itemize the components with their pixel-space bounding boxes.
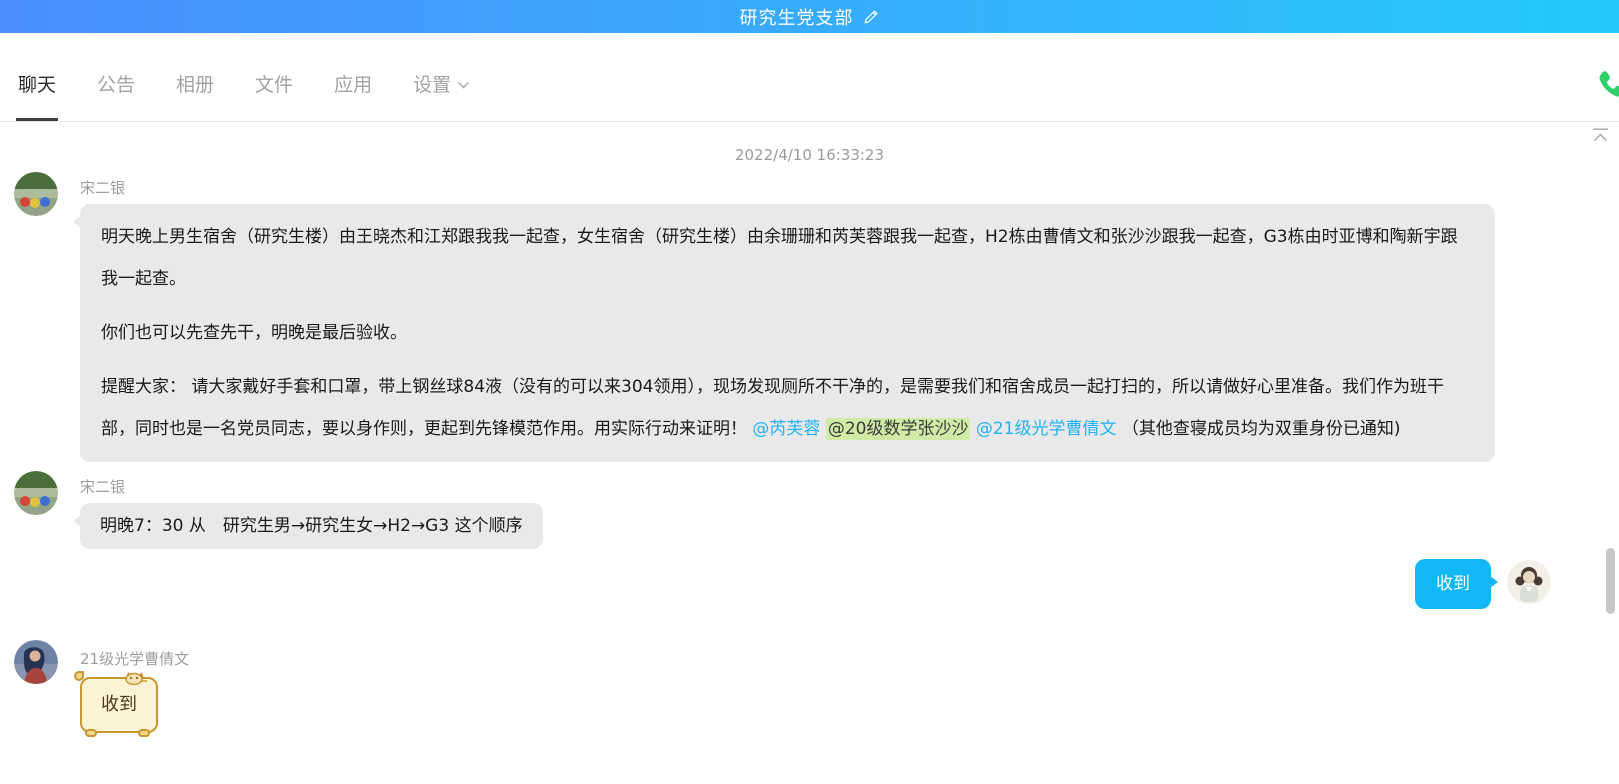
message-bubble[interactable]: 收到: [1415, 559, 1491, 609]
message-timestamp: 2022/4/10 16:33:23: [14, 146, 1605, 167]
message-row: 宋二银 明晚7：30 从 研究生男→研究生女→H2→G3 这个顺序: [14, 471, 1605, 549]
pencil-icon[interactable]: [863, 8, 880, 25]
chat-area: 2022/4/10 16:33:23: [0, 122, 1619, 784]
cat-icon: [122, 666, 148, 694]
tab-chat-label: 聊天: [18, 70, 56, 97]
group-title: 研究生党支部: [740, 4, 854, 30]
tab-bar: 聊天 公告 相册 文件 应用 设置: [0, 33, 1619, 122]
paragraph: 提醒大家： 请大家戴好手套和口罩，带上钢丝球84液（没有的可以来304领用），现…: [101, 366, 1474, 450]
avatar[interactable]: [14, 640, 58, 684]
chevron-down-icon: [457, 78, 470, 90]
tab-settings-label: 设置: [413, 70, 451, 97]
sticker-paw-decoration: [85, 729, 97, 737]
tab-files[interactable]: 文件: [253, 70, 295, 121]
message-text: 明晚7：30 从 研究生男→研究生女→H2→G3 这个顺序: [100, 516, 523, 536]
tab-files-label: 文件: [255, 70, 293, 97]
message-bubble[interactable]: 明天晚上男生宿舍（研究生楼）由王晓杰和江郑跟我我一起查，女生宿舍（研究生楼）由余…: [80, 204, 1495, 462]
message-content: 21级光学曹倩文 收到: [80, 640, 189, 733]
message-row: 21级光学曹倩文 收到: [14, 640, 1605, 733]
sticker-text: 收到: [101, 694, 137, 715]
collapse-top-icon[interactable]: [1590, 127, 1611, 148]
tab-albums-label: 相册: [176, 70, 214, 97]
text-segment: 你们也可以先查先干，明晚是最后验收。: [101, 323, 407, 343]
tab-albums[interactable]: 相册: [174, 70, 216, 121]
text-segment: （其他查寝成员均为双重身份已通知): [1117, 419, 1401, 439]
mention-link[interactable]: @芮芙蓉: [752, 419, 820, 439]
paragraph: 明天晚上男生宿舍（研究生楼）由王晓杰和江郑跟我我一起查，女生宿舍（研究生楼）由余…: [101, 216, 1474, 300]
message-bubble[interactable]: 明晚7：30 从 研究生男→研究生女→H2→G3 这个顺序: [80, 503, 543, 549]
text-segment: [820, 419, 825, 439]
tab-chat[interactable]: 聊天: [16, 70, 58, 121]
message-content: 宋二银 明天晚上男生宿舍（研究生楼）由王晓杰和江郑跟我我一起查，女生宿舍（研究生…: [80, 172, 1495, 462]
phone-icon[interactable]: [1593, 65, 1619, 109]
message-row-outgoing: 收到: [14, 559, 1605, 609]
sticker-bubble[interactable]: 收到: [80, 677, 158, 733]
mention-link[interactable]: @21级光学曹倩文: [976, 419, 1117, 439]
tab-apps[interactable]: 应用: [332, 70, 374, 121]
paragraph: 你们也可以先查先干，明晚是最后验收。: [101, 312, 1474, 354]
mention-link[interactable]: @20级数学张沙沙: [826, 418, 971, 440]
text-segment: 明天晚上男生宿舍（研究生楼）由王晓杰和江郑跟我我一起查，女生宿舍（研究生楼）由余…: [101, 227, 1458, 289]
group-chat-window: 研究生党支部 聊天 公告 相册 文件 应用 设置: [0, 0, 1619, 784]
avatar[interactable]: [14, 172, 58, 216]
message-text: 收到: [1436, 574, 1470, 594]
group-title-wrap: 研究生党支部: [740, 4, 880, 30]
tab-settings[interactable]: 设置: [411, 70, 472, 121]
message-content: 宋二银 明晚7：30 从 研究生男→研究生女→H2→G3 这个顺序: [80, 471, 543, 549]
sticker-horn-decoration: [74, 671, 84, 681]
tab-apps-label: 应用: [334, 70, 372, 97]
avatar-self[interactable]: [1507, 560, 1551, 604]
sticker-paw-decoration: [138, 729, 150, 737]
window-header: 研究生党支部: [0, 0, 1619, 33]
avatar[interactable]: [14, 471, 58, 515]
tab-announcements[interactable]: 公告: [95, 70, 137, 121]
sender-name: 宋二银: [80, 177, 1495, 198]
message-row: 宋二银 明天晚上男生宿舍（研究生楼）由王晓杰和江郑跟我我一起查，女生宿舍（研究生…: [14, 172, 1605, 462]
vertical-scrollbar-thumb[interactable]: [1606, 548, 1615, 614]
sender-name: 宋二银: [80, 476, 543, 497]
tab-announcements-label: 公告: [97, 70, 135, 97]
